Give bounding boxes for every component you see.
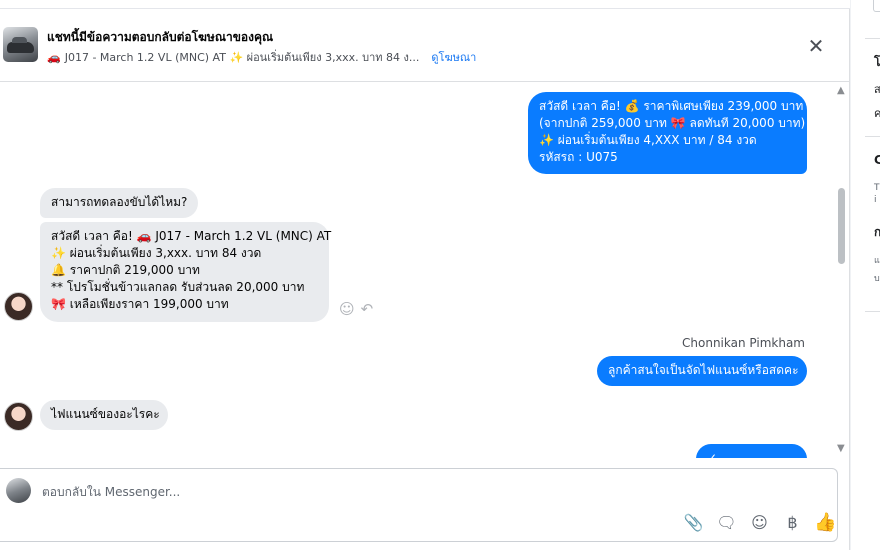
scroll-down-icon[interactable]: ▼: [837, 443, 845, 454]
car-image: [7, 37, 34, 53]
ad-subtitle: 🚗 J017 - March 1.2 VL (MNC) AT ✨ ผ่อนเริ…: [47, 48, 476, 66]
side-text: i: [874, 195, 877, 205]
message-list[interactable]: สวัสดี เวลา คือ! 💰 ราคาพิเศษเพียง 239,00…: [0, 82, 836, 458]
message-text: ไฟแนนซ์ของอะไรคะ: [51, 407, 160, 421]
message-line: สวัสดี เวลา คือ! 🚗 J017 - March 1.2 VL (…: [51, 229, 332, 243]
message-line: (จากปกติ 259,000 บาท 🎀 ลดทันที 20,000 บา…: [539, 116, 806, 130]
message-text: สามารถทดลองขับได้ไหม?: [51, 195, 188, 209]
side-text: ค: [874, 107, 880, 120]
message-line: ✨ ผ่อนเริ่มต้นเพียง 4,XXX บาท / 84 งวด: [539, 133, 757, 147]
message-outgoing[interactable]: ลูกค้าสนใจเป็นจัดไฟแนนซ์หรือสดคะ: [597, 356, 807, 386]
message-line: 🔔 ราคาปกติ 219,000 บาท: [51, 263, 200, 277]
composer-tools: 📎 🗨 ☺ ฿ 👍: [677, 512, 842, 534]
side-text: โ: [874, 55, 880, 69]
message-line: สวัสดี เวลา คือ! 💰 ราคาพิเศษเพียง 239,00…: [539, 99, 804, 113]
chat-header: แชทนี้มีข้อความตอบกลับต่อโฆษณาของคุณ 🚗 J…: [0, 10, 850, 82]
side-divider: [865, 38, 880, 39]
side-text: T: [874, 183, 880, 193]
customer-avatar[interactable]: [4, 402, 33, 431]
side-text: ส: [874, 83, 880, 96]
view-ad-link[interactable]: ดูโฆษณา: [431, 48, 476, 66]
close-icon[interactable]: ✕: [804, 35, 828, 59]
ad-text: J017 - March 1.2 VL (MNC) AT ✨ ผ่อนเริ่ม…: [64, 51, 420, 64]
like-icon[interactable]: 👍: [809, 512, 842, 534]
message-line: 🎀 เหลือเพียงราคา 199,000 บาท: [51, 297, 229, 311]
message-outgoing[interactable]: ✓: [696, 444, 807, 458]
side-panel: โ ส ค C T i ก แ บ: [851, 0, 880, 550]
composer: 📎 🗨 ☺ ฿ 👍: [0, 468, 838, 542]
scroll-thumb[interactable]: [838, 188, 845, 264]
message-line: ** โปรโมชั่นข้าวแลกลด รับส่วนลด 20,000 บ…: [51, 280, 305, 294]
message-incoming[interactable]: สามารถทดลองขับได้ไหม?: [40, 188, 198, 218]
baht-icon[interactable]: ฿: [776, 512, 809, 534]
message-actions: ☺ ↶: [339, 300, 373, 318]
car-icon: 🚗: [47, 50, 61, 64]
message-incoming[interactable]: สวัสดี เวลา คือ! 🚗 J017 - March 1.2 VL (…: [40, 222, 332, 322]
top-strip: [0, 0, 850, 9]
side-text: C: [874, 153, 880, 167]
message-incoming[interactable]: ไฟแนนซ์ของอะไรคะ: [40, 400, 168, 430]
emoji-icon[interactable]: ☺: [743, 512, 776, 534]
reply-icon[interactable]: ↶: [361, 300, 374, 318]
scrollbar[interactable]: ▲ ▼: [836, 82, 848, 458]
message-line: รหัสรถ : U075: [539, 150, 618, 164]
header-title: แชทนี้มีข้อความตอบกลับต่อโฆษณาของคุณ: [47, 30, 274, 44]
chat-icon[interactable]: 🗨: [710, 512, 743, 534]
chat-panel: แชทนี้มีข้อความตอบกลับต่อโฆษณาของคุณ 🚗 J…: [0, 0, 850, 550]
page: แชทนี้มีข้อความตอบกลับต่อโฆษณาของคุณ 🚗 J…: [0, 0, 880, 550]
ad-thumbnail[interactable]: [3, 27, 38, 62]
side-text: แ: [874, 256, 880, 266]
reply-input[interactable]: [42, 483, 642, 501]
sender-name: Chonnikan Pimkham: [682, 336, 805, 350]
side-text: บ: [874, 274, 880, 284]
scroll-up-icon[interactable]: ▲: [837, 85, 845, 96]
message-outgoing[interactable]: สวัสดี เวลา คือ! 💰 ราคาพิเศษเพียง 239,00…: [528, 92, 807, 174]
customer-avatar[interactable]: [4, 292, 33, 321]
message-text: ลูกค้าสนใจเป็นจัดไฟแนนซ์หรือสดคะ: [608, 363, 799, 377]
side-box[interactable]: [873, 0, 880, 12]
message-line: ✨ ผ่อนเริ่มต้นเพียง 3,xxx. บาท 84 งวด: [51, 246, 262, 260]
side-divider: [865, 311, 880, 312]
side-divider: [865, 136, 880, 137]
page-avatar: [6, 478, 31, 503]
attach-icon[interactable]: 📎: [677, 512, 710, 534]
react-emoji-icon[interactable]: ☺: [339, 300, 355, 318]
side-text: ก: [874, 225, 880, 239]
message-text: ✓: [707, 451, 718, 458]
